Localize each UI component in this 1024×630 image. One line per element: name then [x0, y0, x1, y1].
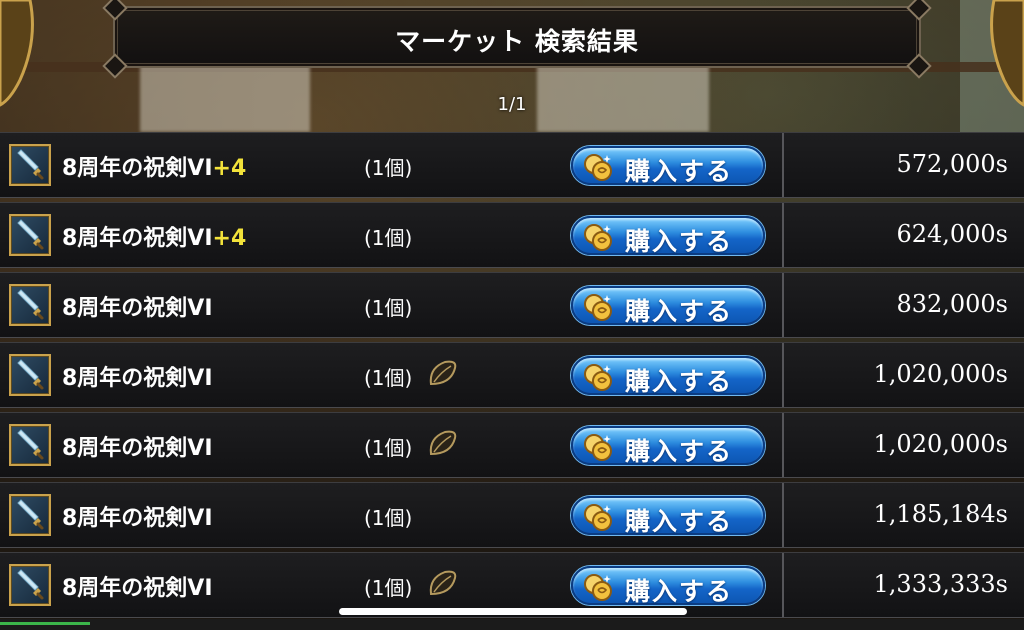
listing-row[interactable]: 8周年の祝剣VI (1個) 購入する 1,020,000s — [0, 412, 1024, 478]
sword-icon — [9, 144, 51, 186]
item-price: 832,000s — [896, 290, 1008, 318]
listing-row[interactable]: 8周年の祝剣VI+4 (1個) 購入する 572,000s — [0, 132, 1024, 198]
item-name: 8周年の祝剣VI — [62, 500, 213, 532]
sword-icon — [9, 284, 51, 326]
item-quantity: (1個) — [364, 226, 413, 250]
buy-button[interactable]: 購入する — [571, 496, 765, 536]
item-quantity: (1個) — [364, 576, 413, 600]
item-name: 8周年の祝剣VI — [62, 570, 213, 602]
page-title: マーケット 検索結果 — [395, 27, 639, 56]
item-name: 8周年の祝剣VI+4 — [62, 150, 246, 182]
coin-icon — [584, 364, 612, 391]
listing-list[interactable]: 8周年の祝剣VI+4 (1個) 購入する 572,000s 8周年の祝剣VI+4… — [0, 132, 1024, 622]
item-name-text: 8周年の祝剣VI — [62, 296, 213, 321]
sword-icon — [9, 354, 51, 396]
column-divider — [782, 133, 784, 197]
seed-icon — [429, 570, 457, 596]
buy-button[interactable]: 購入する — [571, 356, 765, 396]
item-price: 1,185,184s — [873, 500, 1008, 528]
item-name-text: 8周年の祝剣VI — [62, 226, 213, 251]
item-quantity: (1個) — [364, 436, 413, 460]
column-divider — [782, 413, 784, 477]
item-price: 624,000s — [896, 220, 1008, 248]
item-name-text: 8周年の祝剣VI — [62, 366, 213, 391]
coin-icon — [584, 434, 612, 461]
buy-button-label: 購入する — [625, 227, 734, 256]
buy-button[interactable]: 購入する — [571, 146, 765, 186]
item-price: 1,333,333s — [873, 570, 1008, 598]
item-price: 1,020,000s — [873, 430, 1008, 458]
column-divider — [782, 343, 784, 407]
item-name-text: 8周年の祝剣VI — [62, 576, 213, 601]
sword-icon — [9, 214, 51, 256]
buy-button[interactable]: 購入する — [571, 566, 765, 606]
listing-row[interactable]: 8周年の祝剣VI (1個) 購入する 1,185,184s — [0, 482, 1024, 548]
listing-row[interactable]: 8周年の祝剣VI (1個) 購入する 1,020,000s — [0, 342, 1024, 408]
item-name-text: 8周年の祝剣VI — [62, 506, 213, 531]
buy-button-label: 購入する — [625, 157, 734, 186]
coin-icon — [584, 294, 612, 321]
bottom-bar — [0, 619, 1024, 630]
column-divider — [782, 273, 784, 337]
item-quantity: (1個) — [364, 506, 413, 530]
seed-icon — [429, 430, 457, 456]
buy-button-label: 購入する — [625, 437, 734, 466]
item-name-text: 8周年の祝剣VI — [62, 156, 213, 181]
listing-row[interactable]: 8周年の祝剣VI (1個) 購入する 832,000s — [0, 272, 1024, 338]
buy-button-label: 購入する — [625, 507, 734, 536]
coin-icon — [584, 154, 612, 181]
buy-button-label: 購入する — [625, 297, 734, 326]
coin-icon — [584, 504, 612, 531]
sword-icon — [9, 424, 51, 466]
sword-icon — [9, 564, 51, 606]
header-ornament — [906, 0, 932, 21]
listing-row[interactable]: 8周年の祝剣VI+4 (1個) 購入する 624,000s — [0, 202, 1024, 268]
item-price: 572,000s — [896, 150, 1008, 178]
column-divider — [782, 553, 784, 617]
item-enhance-level: +4 — [212, 226, 247, 251]
seed-icon — [429, 360, 457, 386]
column-divider — [782, 203, 784, 267]
item-price: 1,020,000s — [873, 360, 1008, 388]
page-indicator: 1/1 — [497, 94, 527, 115]
item-name-text: 8周年の祝剣VI — [62, 436, 213, 461]
buy-button-label: 購入する — [625, 367, 734, 396]
item-enhance-level: +4 — [212, 156, 247, 181]
coin-icon — [584, 224, 612, 251]
item-name: 8周年の祝剣VI — [62, 360, 213, 392]
market-header: マーケット 検索結果 — [102, 0, 932, 79]
header-ornament — [102, 0, 128, 21]
buy-button[interactable]: 購入する — [571, 426, 765, 466]
item-quantity: (1個) — [364, 366, 413, 390]
sword-icon — [9, 494, 51, 536]
item-name: 8周年の祝剣VI — [62, 430, 213, 462]
coin-icon — [584, 574, 612, 601]
item-quantity: (1個) — [364, 156, 413, 180]
buy-button[interactable]: 購入する — [571, 216, 765, 256]
item-quantity: (1個) — [364, 296, 413, 320]
home-indicator[interactable] — [339, 608, 687, 615]
buy-button[interactable]: 購入する — [571, 286, 765, 326]
progress-fill — [0, 622, 90, 625]
item-name: 8周年の祝剣VI — [62, 290, 213, 322]
item-name: 8周年の祝剣VI+4 — [62, 220, 246, 252]
buy-button-label: 購入する — [625, 577, 734, 606]
column-divider — [782, 483, 784, 547]
